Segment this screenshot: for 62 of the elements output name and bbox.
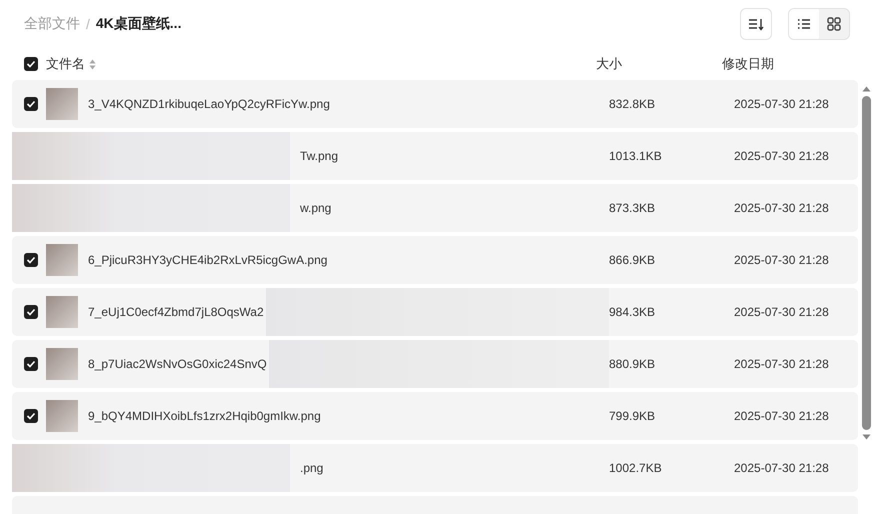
- row-checkbox[interactable]: [24, 357, 38, 371]
- row-checkbox[interactable]: [24, 409, 38, 423]
- file-row[interactable]: 3_V4KQNZD1rkibuqeLaoYpQ2cyRFicYw.png 832.8KB 2025-07-30 21:28: [12, 80, 858, 128]
- list-view-button[interactable]: [789, 9, 819, 39]
- column-header[interactable]: 文件名: [46, 55, 85, 73]
- modified-date: 2025-07-30 21:28: [734, 305, 829, 319]
- select-all-checkbox[interactable]: [24, 57, 38, 71]
- file-size: 832.8KB: [609, 97, 656, 111]
- file-row[interactable]: Tw.png 1013.1KB 2025-07-30 21:28: [12, 132, 858, 180]
- breadcrumb-item: 4K桌面壁纸...: [96, 15, 182, 33]
- modified-date: 2025-07-30 21:28: [734, 409, 829, 423]
- file-size: 866.9KB: [609, 253, 656, 267]
- file-row[interactable]: 7_eUj1C0ecf4Zbmd7jL8OqsWa2 984.3KB 2025-07-30 21:28: [12, 288, 858, 336]
- row-checkbox[interactable]: [24, 97, 38, 111]
- photo-placeholder: [46, 400, 78, 432]
- check-icon: [26, 308, 36, 316]
- row-checkbox[interactable]: [24, 305, 38, 319]
- photo-placeholder: [46, 348, 78, 380]
- scroll-up-icon[interactable]: [862, 86, 870, 92]
- check-icon: [26, 60, 36, 68]
- list-icon: [797, 18, 811, 30]
- row-checkbox[interactable]: [24, 253, 38, 267]
- file-name: 7_eUj1C0ecf4Zbmd7jL8OqsWa2: [88, 305, 264, 319]
- scroll-down-icon[interactable]: [862, 434, 870, 440]
- modified-date: 2025-07-30 21:28: [734, 357, 829, 371]
- file-row[interactable]: .png 1002.7KB 2025-07-30 21:28: [12, 444, 858, 492]
- check-icon: [26, 100, 36, 108]
- check-icon: [26, 360, 36, 368]
- file-row[interactable]: 6_PjicuR3HY3yCHE4ib2RxLvR5icgGwA.png 866.9KB 2025-07-30 21:28: [12, 236, 858, 284]
- scrollbar-thumb[interactable]: [862, 96, 870, 430]
- file-row[interactable]: 8_p7Uiac2WsNvOsG0xic24SnvQ 880.9KB 2025-07-30 21:28: [12, 340, 858, 388]
- sort-icon: [748, 17, 764, 31]
- modified-date: 2025-07-30 21:28: [734, 253, 829, 267]
- file-row[interactable]: w.png 873.3KB 2025-07-30 21:28: [12, 184, 858, 232]
- breadcrumb-separator: /: [86, 16, 90, 32]
- check-icon: [26, 256, 36, 264]
- photo-placeholder: [46, 296, 78, 328]
- grid-icon: [827, 17, 841, 31]
- file-size: 799.9KB: [609, 409, 656, 423]
- file-size: 984.3KB: [609, 305, 656, 319]
- file-name: Tw.png: [300, 149, 338, 163]
- file-name: 3_V4KQNZD1rkibuqeLaoYpQ2cyRFicYw.png: [88, 97, 330, 111]
- modified-date: 2025-07-30 21:28: [734, 97, 829, 111]
- photo-placeholder: [46, 244, 78, 276]
- modified-date: 2025-07-30 21:28: [734, 201, 829, 215]
- file-row[interactable]: 9_bQY4MDIHXoibLfs1zrx2Hqib0gmIkw.png 799.9KB 2025-07-30 21:28: [12, 392, 858, 440]
- column-header: 修改日期: [722, 55, 774, 73]
- file-size: 873.3KB: [609, 201, 656, 215]
- file-name: 9_bQY4MDIHXoibLfs1zrx2Hqib0gmIkw.png: [88, 409, 321, 423]
- file-size: 1002.7KB: [609, 461, 663, 475]
- photo-placeholder: [46, 88, 78, 120]
- file-name: .png: [300, 461, 324, 475]
- file-size: 1013.1KB: [609, 149, 663, 163]
- file-name: 6_PjicuR3HY3yCHE4ib2RxLvR5icgGwA.png: [88, 253, 328, 267]
- file-name: 8_p7Uiac2WsNvOsG0xic24SnvQ: [88, 357, 267, 371]
- file-name: w.png: [300, 201, 332, 215]
- modified-date: 2025-07-30 21:28: [734, 149, 829, 163]
- file-size: 880.9KB: [609, 357, 656, 371]
- check-icon: [26, 412, 36, 420]
- sort-button[interactable]: [740, 8, 772, 40]
- modified-date: 2025-07-30 21:28: [734, 461, 829, 475]
- column-header: 大小: [596, 55, 623, 73]
